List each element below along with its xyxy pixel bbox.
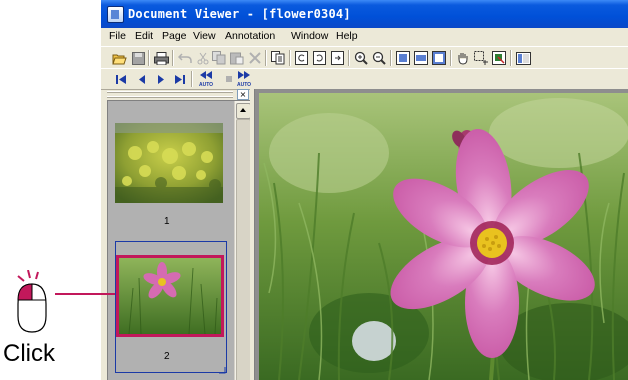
page-number-2: 2 — [164, 351, 170, 362]
scroll-thumb[interactable] — [236, 119, 251, 380]
export-icon[interactable] — [491, 50, 507, 66]
thumbnail-pane: 1 2 — [107, 100, 251, 380]
callout-line — [55, 293, 115, 295]
auto-rewind-icon[interactable]: AUTO — [197, 70, 217, 88]
main-toolbar — [101, 46, 628, 69]
menu-window[interactable]: Window — [291, 30, 328, 42]
select-area-icon[interactable] — [473, 50, 489, 66]
undo-icon[interactable] — [177, 50, 193, 66]
menu-annotation[interactable]: Annotation — [225, 30, 275, 42]
window-title: Document Viewer - [flower0304] — [128, 7, 351, 21]
print-icon[interactable] — [153, 50, 169, 66]
cut-icon[interactable] — [195, 50, 211, 66]
copy-page-icon[interactable] — [270, 50, 286, 66]
rotate-page-icon[interactable] — [329, 50, 345, 66]
delete-icon[interactable] — [247, 50, 263, 66]
actual-size-icon[interactable] — [431, 50, 447, 66]
next-page-icon[interactable] — [153, 71, 169, 87]
svg-text:AUTO: AUTO — [199, 82, 213, 88]
thumbnail-scrollbar[interactable] — [234, 101, 251, 380]
last-page-icon[interactable] — [172, 71, 188, 87]
svg-text:AUTO: AUTO — [237, 82, 251, 88]
navigation-toolbar: AUTO AUTO — [101, 68, 628, 90]
thumbnail-pane-header: × — [107, 89, 249, 100]
menu-help[interactable]: Help — [336, 30, 358, 42]
previous-page-icon[interactable] — [134, 71, 150, 87]
menu-file[interactable]: File — [109, 30, 126, 42]
open-folder-icon[interactable] — [111, 50, 127, 66]
thumbnail-page-2[interactable] — [116, 255, 224, 337]
menu-bar: File Edit Page View Annotation Window He… — [101, 28, 628, 46]
copy-icon[interactable] — [211, 50, 227, 66]
hand-tool-icon[interactable] — [455, 50, 471, 66]
click-label: Click — [3, 340, 55, 367]
paste-icon[interactable] — [229, 50, 245, 66]
menu-edit[interactable]: Edit — [135, 30, 153, 42]
save-icon[interactable] — [130, 50, 146, 66]
pane-close-button[interactable]: × — [237, 89, 249, 100]
zoom-in-icon[interactable] — [353, 50, 369, 66]
page-image — [259, 93, 628, 380]
scroll-up-button[interactable] — [236, 103, 251, 119]
rotate-right-icon[interactable] — [311, 50, 327, 66]
fit-page-icon[interactable] — [395, 50, 411, 66]
mouse-click-icon — [14, 269, 60, 340]
pane-grip[interactable] — [107, 91, 233, 97]
menu-view[interactable]: View — [193, 30, 216, 42]
thumbnails-toggle-icon[interactable] — [515, 50, 531, 66]
document-viewer-window: Document Viewer - [flower0304] File Edit… — [101, 0, 628, 380]
zoom-out-icon[interactable] — [371, 50, 387, 66]
thumbnail-page-1[interactable] — [115, 123, 223, 203]
main-document-view[interactable] — [254, 89, 628, 380]
menu-page[interactable]: Page — [162, 30, 187, 42]
title-bar[interactable]: Document Viewer - [flower0304] — [101, 0, 628, 28]
rotate-left-icon[interactable] — [293, 50, 309, 66]
page-number-1: 1 — [164, 216, 170, 227]
fit-width-icon[interactable] — [413, 50, 429, 66]
first-page-icon[interactable] — [113, 71, 129, 87]
app-icon — [107, 6, 124, 23]
auto-play-icon[interactable]: AUTO — [235, 70, 255, 88]
resize-grip-icon — [219, 367, 226, 374]
